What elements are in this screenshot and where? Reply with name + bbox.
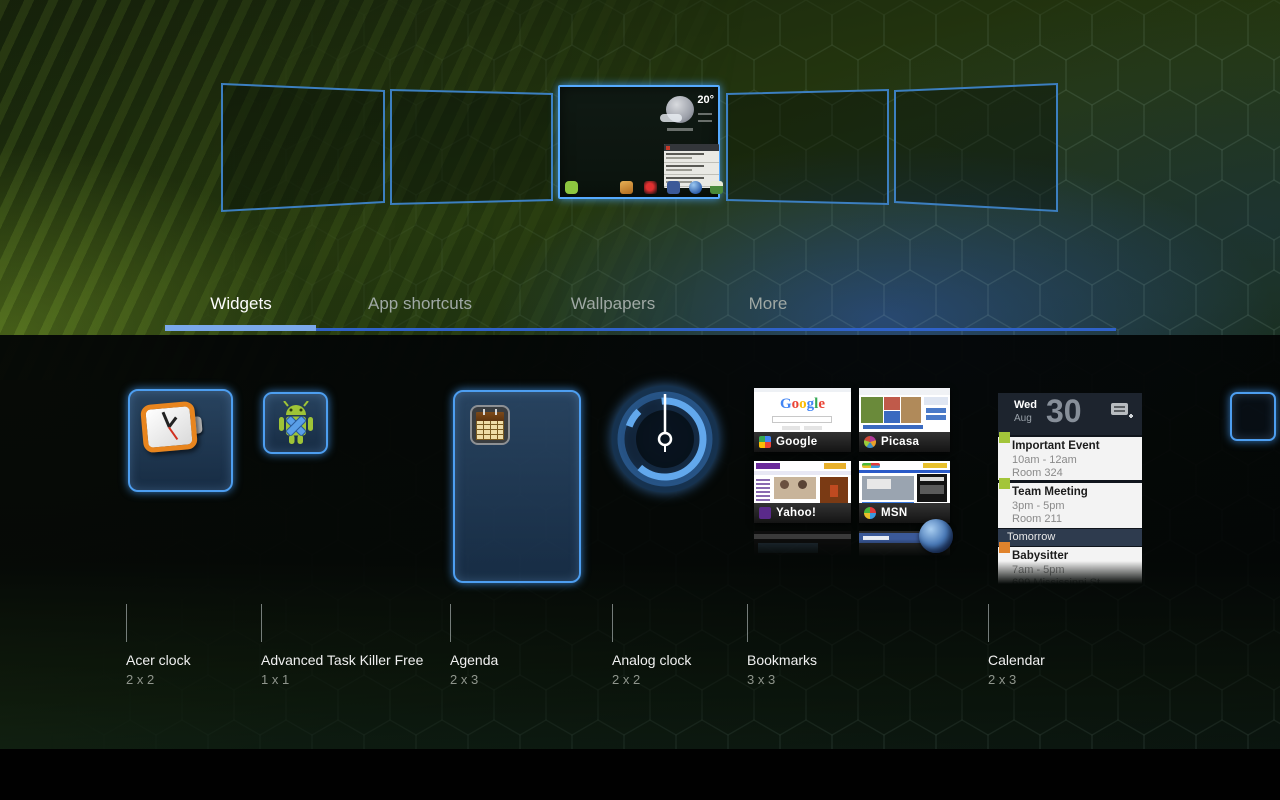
widget-preview-agenda[interactable] bbox=[453, 390, 581, 583]
weather-temperature: 20° bbox=[697, 94, 714, 106]
homescreen-thumbnail-4[interactable] bbox=[727, 90, 888, 204]
homescreen-thumbnail-2[interactable] bbox=[391, 90, 552, 204]
homescreen-thumbnail-1[interactable] bbox=[222, 84, 384, 211]
widget-preview-partial-next[interactable] bbox=[1230, 392, 1276, 441]
widget-size: 1 x 1 bbox=[261, 672, 289, 687]
homescreen-thumbnail-selected[interactable]: 20° bbox=[558, 85, 720, 199]
bookmark-thumb-yahoo: Yahoo! bbox=[754, 461, 851, 523]
column-divider bbox=[747, 604, 748, 642]
widget-preview-calendar[interactable]: Wed Aug 30 Important Event 10am - 12am R… bbox=[998, 393, 1142, 584]
picasa-favicon bbox=[864, 436, 876, 448]
widget-size: 2 x 2 bbox=[126, 672, 154, 687]
acer-clock-icon bbox=[140, 401, 198, 454]
widget-preview-advanced-task-killer[interactable] bbox=[263, 392, 328, 454]
widget-size: 3 x 3 bbox=[747, 672, 775, 687]
folder-icon bbox=[620, 181, 633, 194]
bookmark-thumb-picasa: Picasa bbox=[859, 388, 950, 452]
widget-preview-analog-clock[interactable] bbox=[609, 383, 721, 495]
bookmarks-globe-icon bbox=[919, 519, 953, 553]
event-color-marker bbox=[999, 432, 1010, 443]
tab-more[interactable]: More bbox=[692, 288, 844, 320]
bookmark-thumb-google: Google Google bbox=[754, 388, 851, 452]
calendar-event: Babysitter 7am - 5pm 699 Mississippi St bbox=[998, 547, 1142, 584]
calendar-date: 30 bbox=[1046, 393, 1082, 430]
weather-cloud-icon bbox=[660, 114, 682, 122]
tab-underline-selected bbox=[165, 325, 316, 331]
event-color-marker bbox=[999, 542, 1010, 553]
tab-wallpapers[interactable]: Wallpapers bbox=[537, 288, 689, 320]
weather-lo-text bbox=[698, 120, 712, 122]
widget-name: Acer clock bbox=[126, 652, 191, 668]
widget-preview-acer-clock[interactable] bbox=[128, 389, 233, 492]
msn-favicon bbox=[864, 507, 876, 519]
calendar-header: Wed Aug 30 bbox=[998, 393, 1142, 435]
yahoo-favicon bbox=[759, 507, 771, 519]
event-color-marker bbox=[999, 478, 1010, 489]
bookmark-thumb-partial-1 bbox=[754, 531, 851, 558]
calendar-day: Wed bbox=[1014, 399, 1037, 411]
column-divider bbox=[988, 604, 989, 642]
widget-name: Bookmarks bbox=[747, 652, 817, 668]
system-bar: 10:19 bbox=[0, 749, 1280, 800]
calendar-day-divider: Tomorrow bbox=[998, 529, 1142, 546]
homescreen-thumbnail-5[interactable] bbox=[895, 84, 1057, 211]
widget-name: Agenda bbox=[450, 652, 498, 668]
gallery-icon bbox=[710, 181, 723, 194]
widget-size: 2 x 3 bbox=[988, 672, 1016, 687]
column-divider bbox=[261, 604, 262, 642]
google-logo: Google bbox=[754, 396, 851, 413]
bookmark-thumb-msn: MSN bbox=[859, 461, 950, 523]
weather-hi-text bbox=[698, 113, 712, 115]
calendar-event: Important Event 10am - 12am Room 324 bbox=[998, 437, 1142, 480]
calendar-month: Aug bbox=[1014, 413, 1032, 424]
widget-size: 2 x 2 bbox=[612, 672, 640, 687]
calendar-event: Team Meeting 3pm - 5pm Room 211 bbox=[998, 483, 1142, 528]
facebook-icon bbox=[667, 181, 680, 194]
home-customize-screen: 20° Widgets App shortcuts Wallpapers Mor… bbox=[0, 0, 1280, 800]
note-header-icon bbox=[666, 146, 670, 150]
widget-size: 2 x 3 bbox=[450, 672, 478, 687]
widget-name: Advanced Task Killer Free bbox=[261, 652, 423, 668]
angry-birds-icon bbox=[644, 181, 657, 194]
new-event-icon bbox=[1110, 402, 1134, 420]
browser-icon bbox=[689, 181, 702, 194]
widget-name: Analog clock bbox=[612, 652, 691, 668]
android-app-icon bbox=[565, 181, 578, 194]
google-favicon bbox=[759, 436, 771, 448]
weather-location-text bbox=[667, 128, 693, 131]
tab-app-shortcuts[interactable]: App shortcuts bbox=[344, 288, 496, 320]
tab-widgets[interactable]: Widgets bbox=[165, 288, 317, 320]
column-divider bbox=[450, 604, 451, 642]
column-divider bbox=[612, 604, 613, 642]
agenda-calendar-icon bbox=[470, 405, 510, 445]
widget-name: Calendar bbox=[988, 652, 1045, 668]
column-divider bbox=[126, 604, 127, 642]
task-killer-robot-icon bbox=[276, 401, 316, 447]
